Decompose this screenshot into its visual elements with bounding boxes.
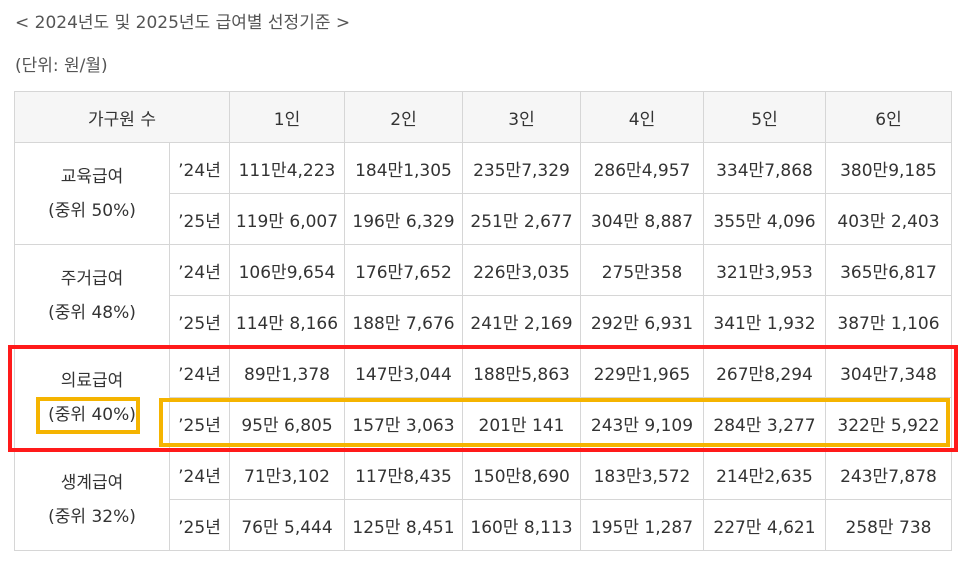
value-cell: 284만 3,277: [703, 397, 826, 449]
value-cell: 160만 8,113: [462, 499, 581, 551]
category-medical: 의료급여 (중위 40%): [14, 346, 170, 449]
category-education: 교육급여 (중위 50%): [14, 142, 170, 245]
category-name: 교육급여: [60, 166, 124, 187]
value-cell: 243만 9,109: [580, 397, 704, 449]
value-cell: 258만 738: [825, 499, 952, 551]
value-cell: 195만 1,287: [580, 499, 704, 551]
year-cell: ’25년: [169, 193, 230, 245]
year-cell: ’25년: [169, 295, 230, 347]
value-cell: 235만7,329: [462, 142, 581, 194]
value-cell: 188만 7,676: [344, 295, 463, 347]
header-row: 가구원 수 1인 2인 3인 4인 5인 6인: [14, 91, 952, 143]
category-name: 생계급여: [60, 472, 124, 493]
table-row: 교육급여 (중위 50%) ’24년 111만4,223 184만1,305 2…: [14, 142, 952, 245]
category-livelihood: 생계급여 (중위 32%): [14, 448, 170, 551]
value-cell: 71만3,102: [229, 448, 345, 500]
value-cell: 201만 141: [462, 397, 581, 449]
value-cell: 387만 1,106: [825, 295, 952, 347]
value-cell: 304만7,348: [825, 346, 952, 398]
year-cell: ’24년: [169, 346, 230, 398]
value-cell: 321만3,953: [703, 244, 826, 296]
header-6-person: 6인: [825, 91, 952, 143]
table-row: 주거급여 (중위 48%) ’24년 106만9,654 176만7,652 2…: [14, 244, 952, 347]
value-cell: 267만8,294: [703, 346, 826, 398]
header-household-size: 가구원 수: [14, 91, 230, 143]
year-cell: ’24년: [169, 244, 230, 296]
header-2-person: 2인: [344, 91, 463, 143]
value-cell: 251만 2,677: [462, 193, 581, 245]
value-cell: 322만 5,922: [825, 397, 952, 449]
year-cell: ’24년: [169, 448, 230, 500]
selection-criteria-table: 가구원 수 1인 2인 3인 4인 5인 6인 교육급여 (중위 50%) ’2…: [14, 91, 952, 551]
value-cell: 241만 2,169: [462, 295, 581, 347]
value-cell: 184만1,305: [344, 142, 463, 194]
value-cell: 117만8,435: [344, 448, 463, 500]
value-cell: 286만4,957: [580, 142, 704, 194]
category-sub: (중위 48%): [48, 302, 136, 323]
table-row: 의료급여 (중위 40%) ’24년 89만1,378 147만3,044 18…: [14, 346, 952, 449]
header-5-person: 5인: [703, 91, 826, 143]
value-cell: 214만2,635: [703, 448, 826, 500]
header-1-person: 1인: [229, 91, 345, 143]
category-sub: (중위 32%): [48, 506, 136, 527]
value-cell: 95만 6,805: [229, 397, 345, 449]
table-row: 생계급여 (중위 32%) ’24년 71만3,102 117만8,435 15…: [14, 448, 952, 551]
value-cell: 341만 1,932: [703, 295, 826, 347]
year-cell: ’25년: [169, 499, 230, 551]
value-cell: 157만 3,063: [344, 397, 463, 449]
value-cell: 150만8,690: [462, 448, 581, 500]
value-cell: 183만3,572: [580, 448, 704, 500]
value-cell: 125만 8,451: [344, 499, 463, 551]
value-cell: 188만5,863: [462, 346, 581, 398]
year-cell: ’25년: [169, 397, 230, 449]
value-cell: 119만 6,007: [229, 193, 345, 245]
value-cell: 114만 8,166: [229, 295, 345, 347]
value-cell: 111만4,223: [229, 142, 345, 194]
value-cell: 229만1,965: [580, 346, 704, 398]
year-cell: ’24년: [169, 142, 230, 194]
value-cell: 380만9,185: [825, 142, 952, 194]
category-name: 의료급여: [60, 370, 124, 391]
value-cell: 275만358: [580, 244, 704, 296]
category-housing: 주거급여 (중위 48%): [14, 244, 170, 347]
unit-note: (단위: 원/월): [15, 56, 108, 76]
value-cell: 176만7,652: [344, 244, 463, 296]
value-cell: 334만7,868: [703, 142, 826, 194]
value-cell: 227만 4,621: [703, 499, 826, 551]
value-cell: 355만 4,096: [703, 193, 826, 245]
value-cell: 147만3,044: [344, 346, 463, 398]
value-cell: 304만 8,887: [580, 193, 704, 245]
value-cell: 365만6,817: [825, 244, 952, 296]
header-3-person: 3인: [462, 91, 581, 143]
value-cell: 243만7,878: [825, 448, 952, 500]
value-cell: 89만1,378: [229, 346, 345, 398]
category-sub: (중위 40%): [48, 404, 136, 425]
value-cell: 76만 5,444: [229, 499, 345, 551]
category-name: 주거급여: [60, 268, 124, 289]
value-cell: 226만3,035: [462, 244, 581, 296]
category-sub: (중위 50%): [48, 200, 136, 221]
value-cell: 292만 6,931: [580, 295, 704, 347]
page-title: < 2024년도 및 2025년도 급여별 선정기준 >: [15, 13, 351, 33]
value-cell: 403만 2,403: [825, 193, 952, 245]
value-cell: 196만 6,329: [344, 193, 463, 245]
header-4-person: 4인: [580, 91, 704, 143]
value-cell: 106만9,654: [229, 244, 345, 296]
